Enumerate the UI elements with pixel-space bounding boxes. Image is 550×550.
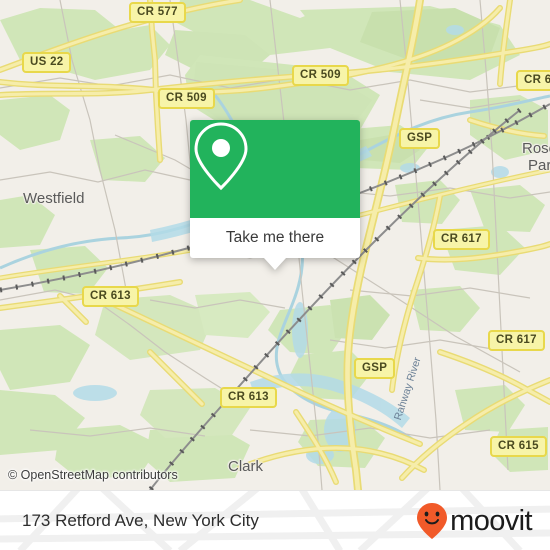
road-shield-gsp-a[interactable]: GSP	[399, 128, 441, 149]
road-shield-us22[interactable]: US 22	[22, 52, 72, 73]
location-popup[interactable]: Take me there	[190, 120, 360, 270]
map-pin-icon	[194, 122, 248, 191]
road-shield-cr617-a[interactable]: CR 617	[433, 229, 490, 250]
road-shield-cr613-a[interactable]: CR 613	[82, 286, 139, 307]
road-shield-gsp-b[interactable]: GSP	[354, 358, 396, 379]
map-canvas[interactable]: CR 577 US 22 CR 509 CR 509 GSP CR 617 CR…	[0, 0, 550, 490]
moovit-pin-smiley-icon	[417, 503, 448, 539]
moovit-wordmark: moovit	[450, 504, 532, 537]
road-shield-cr509-b[interactable]: CR 509	[158, 88, 215, 109]
place-label-westfield: Westfield	[23, 190, 85, 207]
moovit-logo: moovit	[416, 502, 533, 540]
road-shield-cr577[interactable]: CR 577	[129, 2, 186, 23]
footer-bar: 173 Retford Ave, New York City moovit	[0, 490, 550, 550]
road-shield-cr617-b[interactable]: CR 617	[488, 330, 545, 351]
road-shield-cr509-a[interactable]: CR 509	[292, 65, 349, 86]
road-shield-cr617-c[interactable]: CR 61	[516, 70, 550, 91]
map-screenshot: CR 577 US 22 CR 509 CR 509 GSP CR 617 CR…	[0, 0, 550, 550]
popup-icon-area	[190, 120, 360, 218]
address-label: 173 Retford Ave, New York City	[22, 511, 259, 530]
place-label-roselle-park-2: Park	[528, 157, 550, 174]
place-label-clark: Clark	[228, 458, 264, 475]
road-shield-cr613-b[interactable]: CR 613	[220, 387, 277, 408]
road-shield-cr615[interactable]: CR 615	[490, 436, 547, 457]
place-label-roselle-park-1: Rose	[522, 140, 550, 157]
popup-pointer	[264, 258, 286, 270]
osm-attribution: © OpenStreetMap contributors	[8, 468, 178, 482]
take-me-there-button[interactable]: Take me there	[190, 218, 360, 258]
